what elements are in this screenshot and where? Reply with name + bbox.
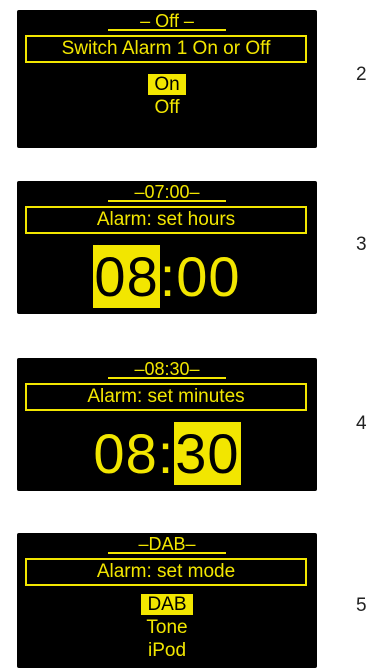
option-dab[interactable]: DAB	[17, 594, 317, 616]
time-separator: :	[159, 245, 177, 308]
status-header: – Off –	[140, 11, 194, 31]
screen-title: Alarm: set minutes	[25, 383, 307, 411]
alarm-set-hours-screen: –07:00– Alarm: set hours 08:00	[17, 181, 317, 314]
hours-value[interactable]: 08	[93, 245, 160, 308]
option-off[interactable]: Off	[17, 97, 317, 119]
minutes-value[interactable]: 30	[174, 422, 241, 485]
screen-title: Alarm: set hours	[25, 206, 307, 234]
status-header: –07:00–	[134, 182, 200, 202]
option-label: Tone	[146, 617, 188, 638]
option-label: iPod	[147, 640, 187, 661]
alarm-time-display: 08:30	[17, 422, 317, 485]
step-number: 3	[356, 234, 367, 255]
alarm-onoff-screen: – Off – Switch Alarm 1 On or Off On Off	[17, 10, 317, 148]
alarm-time-display: 08:00	[17, 245, 317, 308]
option-label: On	[148, 74, 186, 95]
status-header: –08:30–	[134, 359, 200, 379]
header-underline	[108, 200, 226, 202]
status-header: –DAB–	[138, 534, 196, 554]
screen-title: Switch Alarm 1 On or Off	[25, 35, 307, 63]
time-separator: :	[157, 422, 175, 485]
option-on[interactable]: On	[17, 74, 317, 96]
step-number: 4	[356, 413, 367, 434]
option-ipod[interactable]: iPod	[17, 640, 317, 662]
option-label: Off	[154, 97, 180, 118]
option-label: DAB	[141, 594, 193, 615]
screen-title: Alarm: set mode	[25, 558, 307, 586]
header-underline	[108, 552, 226, 554]
minutes-value: 00	[176, 245, 241, 308]
alarm-set-mode-screen: –DAB– Alarm: set mode DAB Tone iPod	[17, 533, 317, 668]
header-underline	[108, 377, 226, 379]
header-underline	[108, 29, 226, 31]
step-number: 2	[356, 64, 367, 85]
step-number: 5	[356, 595, 367, 616]
alarm-set-minutes-screen: –08:30– Alarm: set minutes 08:30	[17, 358, 317, 491]
hours-value: 08	[93, 422, 158, 485]
option-tone[interactable]: Tone	[17, 617, 317, 639]
